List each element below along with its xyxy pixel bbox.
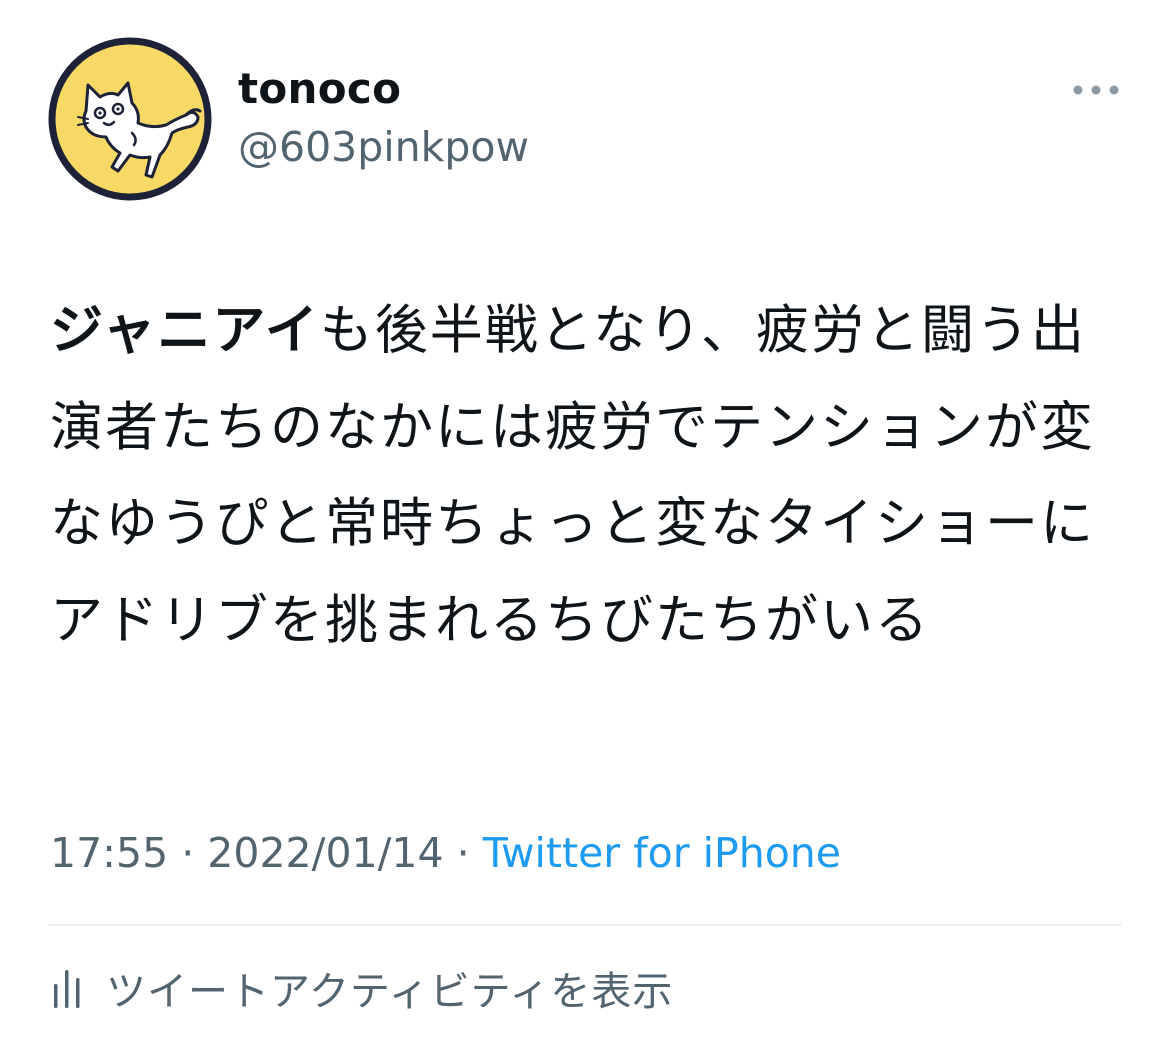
meta-separator: · bbox=[456, 829, 470, 877]
divider bbox=[48, 924, 1122, 926]
tweet-text-bold: ジャニアイ bbox=[50, 300, 320, 361]
avatar[interactable] bbox=[48, 37, 212, 201]
activity-label: ツイートアクティビティを表示 bbox=[106, 969, 674, 1015]
tweet-source-link[interactable]: Twitter for iPhone bbox=[483, 829, 841, 877]
tweet-card: tonoco @603pinkpow ジャニアイも後半戦となり、疲労と闘う出演者… bbox=[0, 0, 1170, 1044]
tweet-meta: 17:55 · 2022/01/14 · Twitter for iPhone bbox=[50, 827, 841, 880]
view-tweet-activity-button[interactable]: ツイートアクティビティを表示 bbox=[50, 958, 673, 1018]
tweet-date[interactable]: 2022/01/14 bbox=[207, 829, 443, 877]
display-name[interactable]: tonoco bbox=[238, 65, 401, 112]
cat-avatar-icon bbox=[48, 37, 212, 201]
more-horizontal-icon bbox=[1073, 85, 1119, 95]
user-handle[interactable]: @603pinkpow bbox=[238, 124, 529, 170]
analytics-bars-icon bbox=[54, 970, 80, 1008]
tweet-text: ジャニアイも後半戦となり、疲労と闘う出演者たちのなかには疲労でテンションが変なゆ… bbox=[50, 283, 1110, 669]
meta-separator: · bbox=[181, 829, 195, 877]
tweet-time[interactable]: 17:55 bbox=[50, 829, 168, 877]
more-options-button[interactable] bbox=[1064, 70, 1128, 110]
